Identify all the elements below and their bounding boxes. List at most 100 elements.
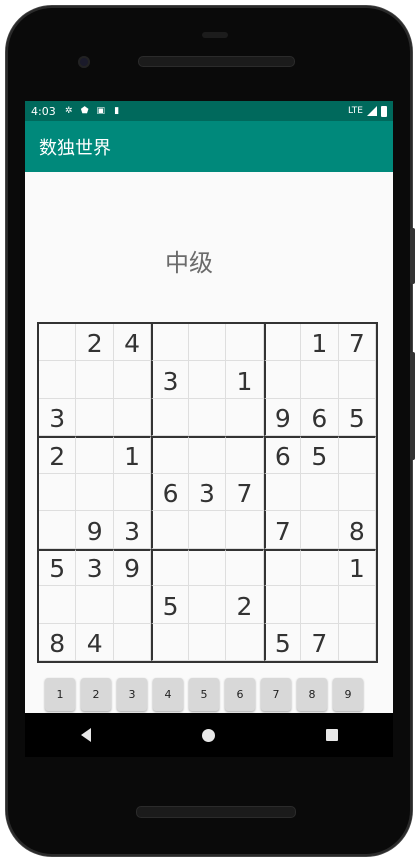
board-cell[interactable]	[188, 436, 227, 474]
board-cell[interactable]: 3	[188, 473, 227, 512]
board-cell[interactable]	[338, 586, 376, 624]
board-cell[interactable]: 3	[113, 511, 152, 549]
recent-apps-icon[interactable]	[325, 729, 338, 741]
digit-key-2[interactable]: 2	[81, 678, 111, 711]
board-cell[interactable]	[113, 361, 152, 399]
board-cell[interactable]	[338, 436, 376, 474]
board-cell[interactable]	[226, 548, 264, 587]
board-cell[interactable]	[76, 398, 114, 437]
board-cell[interactable]: 3	[151, 361, 189, 399]
status-time: 4:03	[31, 104, 56, 118]
board-cell[interactable]: 7	[338, 324, 376, 362]
board-cell[interactable]: 5	[301, 436, 339, 474]
digit-key-1[interactable]: 1	[45, 678, 75, 711]
board-cell[interactable]	[39, 511, 77, 549]
board-cell[interactable]: 9	[263, 398, 302, 437]
board-cell[interactable]: 1	[226, 361, 264, 399]
board-cell[interactable]: 6	[151, 473, 189, 512]
board-cell[interactable]: 1	[301, 324, 339, 362]
board-cell[interactable]: 3	[39, 398, 77, 437]
board-cell[interactable]	[301, 361, 339, 399]
digit-key-6[interactable]: 6	[225, 678, 255, 711]
board-cell[interactable]	[188, 511, 227, 549]
board-cell[interactable]	[226, 623, 264, 661]
board-cell[interactable]: 7	[263, 511, 302, 549]
board-cell[interactable]	[263, 361, 302, 399]
board-cell[interactable]	[263, 473, 302, 512]
board-cell[interactable]	[226, 324, 264, 362]
board-cell[interactable]	[39, 586, 77, 624]
board-cell[interactable]	[151, 548, 189, 587]
board-cell[interactable]: 3	[76, 548, 114, 587]
board-cell[interactable]	[39, 473, 77, 512]
board-cell[interactable]	[151, 436, 189, 474]
board-cell[interactable]	[338, 623, 376, 661]
board-cell[interactable]	[301, 511, 339, 549]
board-cell[interactable]	[338, 473, 376, 512]
board-cell[interactable]: 4	[113, 324, 152, 362]
board-cell[interactable]	[338, 361, 376, 399]
board-cell[interactable]: 1	[113, 436, 152, 474]
board-cell[interactable]: 9	[76, 511, 114, 549]
board-cell[interactable]: 8	[338, 511, 376, 549]
board-cell[interactable]	[188, 548, 227, 587]
board-cell[interactable]	[39, 361, 77, 399]
board-cell[interactable]: 1	[338, 548, 376, 587]
front-camera	[78, 56, 90, 68]
board-cell[interactable]	[188, 623, 227, 661]
board-cell[interactable]	[188, 324, 227, 362]
network-label: LTE	[348, 106, 363, 116]
board-cell[interactable]	[39, 324, 77, 362]
board-cell[interactable]: 2	[39, 436, 77, 474]
board-cell[interactable]: 8	[39, 623, 77, 661]
board-cell[interactable]	[76, 586, 114, 624]
digit-key-7[interactable]: 7	[261, 678, 291, 711]
board-cell[interactable]	[151, 398, 189, 437]
board-cell[interactable]: 5	[151, 586, 189, 624]
digit-key-5[interactable]: 5	[189, 678, 219, 711]
digit-key-9[interactable]: 9	[333, 678, 363, 711]
board-cell[interactable]	[188, 361, 227, 399]
board-cell[interactable]	[226, 398, 264, 437]
board-cell[interactable]	[113, 473, 152, 512]
board-cell[interactable]: 6	[301, 398, 339, 437]
board-cell[interactable]: 2	[76, 324, 114, 362]
board-cell[interactable]: 9	[113, 548, 152, 587]
board-cell[interactable]	[226, 436, 264, 474]
board-cell[interactable]	[263, 548, 302, 587]
board-cell[interactable]	[301, 548, 339, 587]
board-cell[interactable]	[151, 324, 189, 362]
board-cell[interactable]	[76, 361, 114, 399]
board-cell[interactable]	[76, 473, 114, 512]
board-cell[interactable]: 7	[301, 623, 339, 661]
board-cell[interactable]	[226, 511, 264, 549]
status-bar: 4:03 ✲ ⬟ ▣ ▮ LTE	[25, 101, 393, 121]
digit-key-8[interactable]: 8	[297, 678, 327, 711]
board-cell[interactable]	[301, 586, 339, 624]
board-cell[interactable]	[76, 436, 114, 474]
board-cell[interactable]	[263, 324, 302, 362]
digit-key-3[interactable]: 3	[117, 678, 147, 711]
home-icon[interactable]	[201, 728, 215, 742]
digit-key-4[interactable]: 4	[153, 678, 183, 711]
board-cell[interactable]	[188, 398, 227, 437]
back-icon[interactable]	[80, 728, 91, 742]
board-cell[interactable]: 2	[226, 586, 264, 624]
board-cell[interactable]	[113, 586, 152, 624]
sd-card-icon: ▮	[114, 106, 120, 116]
board-cell[interactable]	[151, 623, 189, 661]
board-cell[interactable]: 7	[226, 473, 264, 512]
board-cell[interactable]	[113, 623, 152, 661]
board-cell[interactable]: 4	[76, 623, 114, 661]
board-cell[interactable]: 6	[263, 436, 302, 474]
board-cell[interactable]	[301, 473, 339, 512]
board-cell[interactable]	[263, 586, 302, 624]
board-cell[interactable]	[113, 398, 152, 437]
board-cell[interactable]	[151, 511, 189, 549]
difficulty-label: 中级	[165, 249, 213, 277]
board-cell[interactable]: 5	[263, 623, 302, 661]
board-cell[interactable]	[188, 586, 227, 624]
board-cell[interactable]: 5	[39, 548, 77, 587]
board-cell[interactable]: 5	[338, 398, 376, 437]
app-bar: 数独世界	[25, 121, 393, 172]
